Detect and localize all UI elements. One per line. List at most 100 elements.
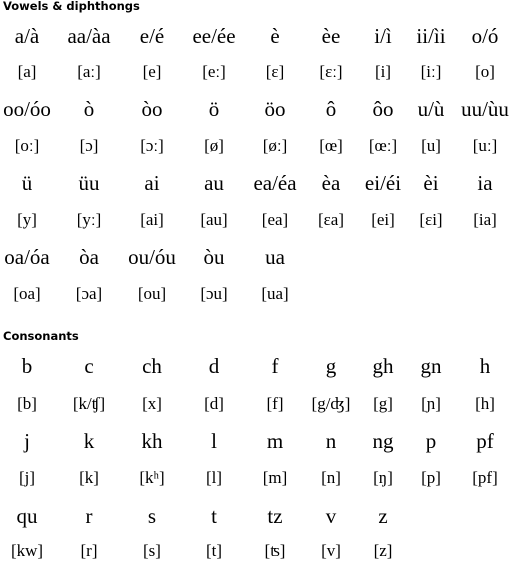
letter-cell: pf	[476, 429, 494, 453]
ipa-cell: [œ]	[319, 136, 343, 155]
ipa-cell: [m]	[262, 468, 288, 487]
ipa-cell: [i]	[374, 62, 392, 81]
ipa-cell: [ɛ]	[265, 62, 285, 81]
ipa-cell: [l]	[205, 468, 223, 487]
ipa-cell: [ʦ]	[264, 541, 286, 560]
ipa-cell: [o]	[475, 62, 495, 81]
ipa-cell: [y]	[17, 210, 37, 229]
ipa-cell: [b]	[17, 394, 37, 413]
letter-cell: ai	[144, 171, 160, 195]
consonant-grapheme-row: qu r s t tz v z	[0, 503, 513, 533]
letter-cell: s	[147, 504, 157, 528]
vowel-ipa-row: [y] [yː] [ai] [au] [ea] [ɛa] [ei] [ɛi] [ia]	[0, 209, 513, 239]
letter-cell: p	[425, 429, 437, 453]
ipa-cell: [kʰ]	[139, 468, 165, 487]
ipa-cell: [s]	[143, 541, 161, 560]
letter-cell: i/ì	[374, 24, 392, 48]
letter-cell: oa/óa	[4, 245, 50, 269]
ipa-cell: [g]	[373, 394, 393, 413]
letter-cell: gn	[420, 354, 442, 378]
ipa-cell: [œː]	[368, 136, 398, 155]
letter-cell: ii/ìi	[416, 24, 446, 48]
letter-cell: au	[204, 171, 224, 195]
ipa-cell: [z]	[373, 541, 393, 560]
ipa-cell: [oː]	[14, 136, 40, 155]
ipa-cell: [eː]	[202, 62, 226, 81]
ipa-cell: [n]	[321, 468, 341, 487]
letter-cell: v	[325, 504, 337, 528]
letter-cell: üu	[78, 171, 100, 195]
ipa-cell: [k/ʧ]	[72, 394, 106, 413]
letter-cell: a/à	[14, 24, 40, 48]
vowel-grapheme-row: a/à aa/àa e/é ee/ée è èe i/ì ii/ìi o/ó	[0, 23, 513, 53]
ipa-cell: [k]	[79, 468, 99, 487]
letter-cell: èa	[321, 171, 341, 195]
letter-cell: e/é	[139, 24, 165, 48]
ipa-cell: [p]	[421, 468, 441, 487]
letter-cell: m	[266, 429, 284, 453]
letter-cell: r	[85, 504, 93, 528]
letter-cell: tz	[267, 504, 283, 528]
vowel-ipa-row: [a] [aː] [e] [eː] [ɛ] [ɛː] [i] [iː] [o]	[0, 61, 513, 91]
letter-cell: b	[21, 354, 33, 378]
ipa-cell: [f]	[266, 394, 284, 413]
ipa-cell: [r]	[80, 541, 98, 560]
letter-cell: f	[271, 354, 279, 378]
ipa-cell: [g/ʤ]	[311, 394, 351, 413]
vowel-ipa-row: [oa] [ɔa] [ou] [ɔu] [ua]	[0, 283, 513, 313]
letter-cell: èe	[321, 24, 341, 48]
ipa-cell: [h]	[475, 394, 495, 413]
ipa-cell: [ɛa]	[317, 210, 345, 229]
letter-cell: ou/óu	[128, 245, 176, 269]
letter-cell: l	[211, 429, 217, 453]
vowel-grapheme-row: oa/óa òa ou/óu òu ua	[0, 244, 513, 274]
letter-cell: ô	[325, 97, 337, 121]
ipa-cell: [v]	[321, 541, 341, 560]
consonants-heading: Consonants	[3, 329, 79, 343]
vowel-grapheme-row: ü üu ai au ea/éa èa ei/éi èi ia	[0, 170, 513, 200]
letter-cell: ü	[21, 171, 33, 195]
letter-cell: è	[270, 24, 280, 48]
ipa-cell: [x]	[142, 394, 162, 413]
vowel-grapheme-row: oo/óo ò òo ö öo ô ôo u/ù uu/ùu	[0, 96, 513, 126]
ipa-cell: [oa]	[13, 284, 41, 303]
letter-cell: g	[325, 354, 337, 378]
vowel-ipa-row: [oː] [ɔ] [ɔː] [ø] [øː] [œ] [œː] [u] [uː]	[0, 135, 513, 165]
letter-cell: oo/óo	[3, 97, 51, 121]
ipa-cell: [pf]	[472, 468, 498, 487]
letter-cell: èi	[423, 171, 439, 195]
letter-cell: c	[84, 354, 94, 378]
consonant-ipa-row: [kw] [r] [s] [t] [ʦ] [v] [z]	[0, 540, 513, 570]
letter-cell: ua	[265, 245, 285, 269]
ipa-cell: [yː]	[76, 210, 102, 229]
ipa-cell: [ɲ]	[421, 394, 441, 413]
ipa-cell: [ea]	[261, 210, 289, 229]
letter-cell: ò	[83, 97, 95, 121]
letter-cell: h	[479, 354, 491, 378]
ipa-cell: [ɛi]	[419, 210, 443, 229]
ipa-cell: [ø]	[204, 136, 224, 155]
ipa-cell: [u]	[421, 136, 441, 155]
ipa-cell: [ia]	[473, 210, 497, 229]
consonant-grapheme-row: b c ch d f g gh gn h	[0, 353, 513, 383]
letter-cell: òo	[141, 97, 163, 121]
consonant-ipa-row: [b] [k/ʧ] [x] [d] [f] [g/ʤ] [g] [ɲ] [h]	[0, 393, 513, 423]
ipa-cell: [a]	[17, 62, 37, 81]
letter-cell: j	[24, 429, 30, 453]
letter-cell: uu/ùu	[461, 97, 509, 121]
letter-cell: t	[211, 504, 217, 528]
letter-cell: kh	[141, 429, 163, 453]
letter-cell: ia	[477, 171, 493, 195]
letter-cell: d	[208, 354, 220, 378]
letter-cell: aa/àa	[67, 24, 111, 48]
letter-cell: ea/éa	[253, 171, 297, 195]
ipa-cell: [j]	[18, 468, 36, 487]
ipa-cell: [uː]	[472, 136, 498, 155]
ipa-cell: [au]	[200, 210, 228, 229]
consonant-grapheme-row: j k kh l m n ng p pf	[0, 428, 513, 458]
ipa-cell: [ɔa]	[75, 284, 103, 303]
letter-cell: ei/éi	[364, 171, 402, 195]
ipa-cell: [ɔː]	[140, 136, 164, 155]
ipa-cell: [iː]	[420, 62, 442, 81]
letter-cell: ôo	[372, 97, 394, 121]
